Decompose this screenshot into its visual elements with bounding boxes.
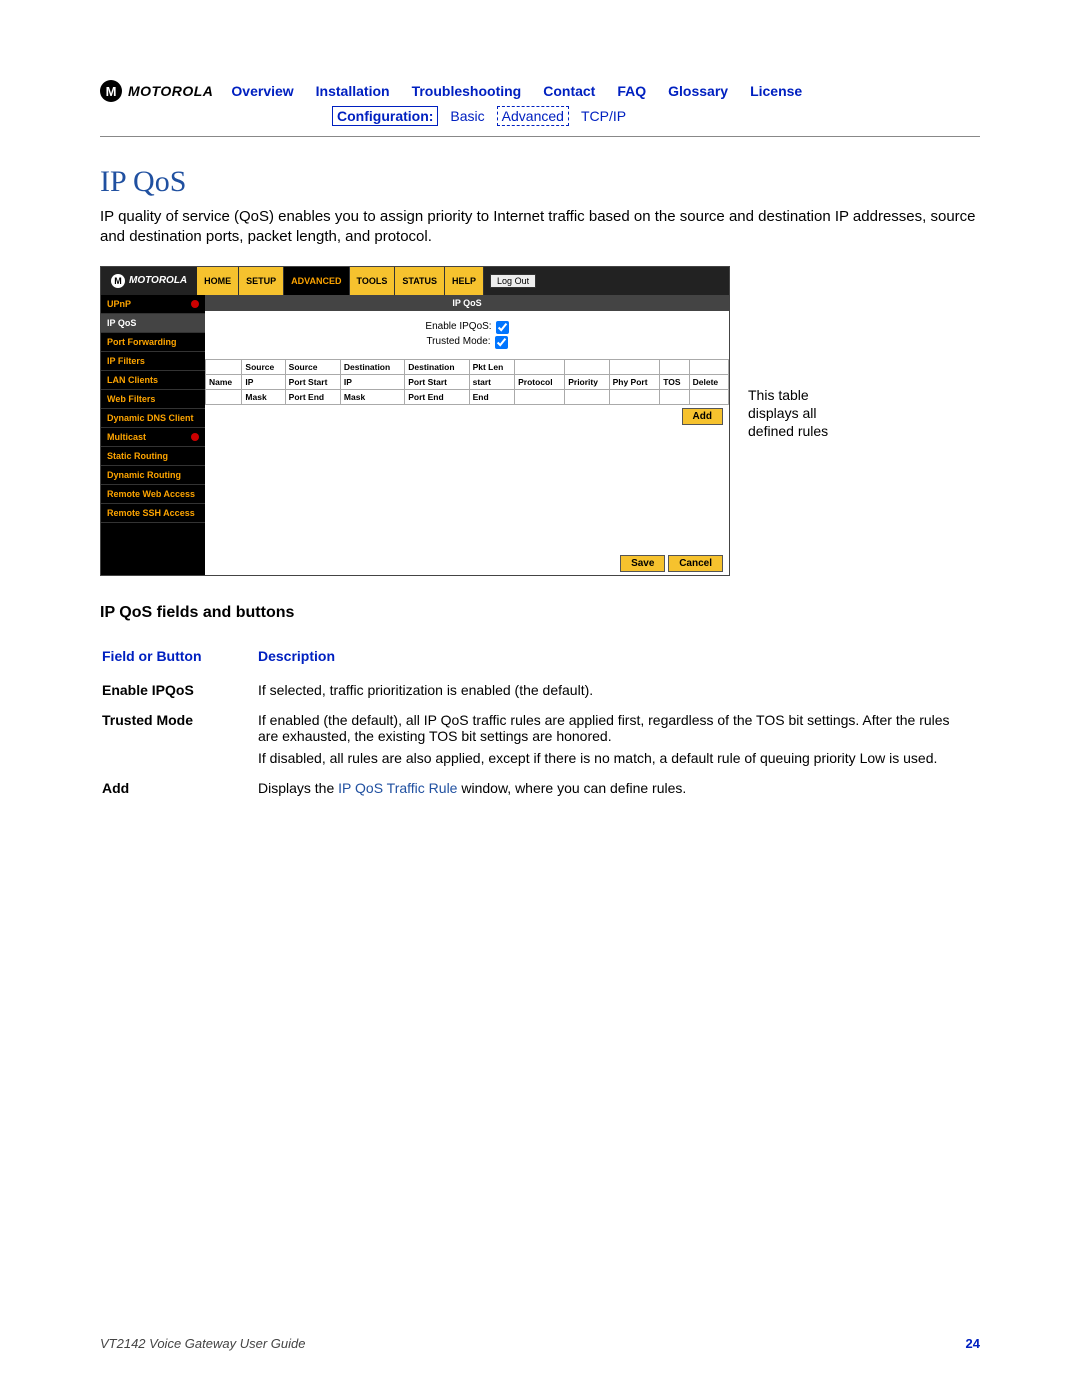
row-add-name: Add [102,774,256,802]
router-tabbar: HOME SETUP ADVANCED TOOLS STATUS HELP Lo… [197,267,536,295]
sidebar-item-ip-filters[interactable]: IP Filters [101,352,205,371]
footer-title: VT2142 Voice Gateway User Guide [100,1336,305,1351]
enable-ipqos-checkbox[interactable] [496,321,509,334]
sidebar-item-lan-clients[interactable]: LAN Clients [101,371,205,390]
col-field: Field or Button [102,642,256,674]
nav-license[interactable]: License [750,83,802,99]
logout-button[interactable]: Log Out [490,274,536,288]
tab-home[interactable]: HOME [197,267,239,295]
doc-top-nav: Overview Installation Troubleshooting Co… [231,83,802,99]
sidebar-item-remote-web-access[interactable]: Remote Web Access [101,485,205,504]
rules-table: SourceSourceDestinationDestinationPkt Le… [205,359,729,405]
nav-contact[interactable]: Contact [543,83,595,99]
router-sidebar: UPnPIP QoSPort ForwardingIP FiltersLAN C… [101,295,205,575]
enable-ipqos-label: Enable IPQoS: [425,321,491,334]
sidebar-item-ip-qos[interactable]: IP QoS [101,314,205,333]
sidebar-item-web-filters[interactable]: Web Filters [101,390,205,409]
row-enable-name: Enable IPQoS [102,676,256,704]
nav-faq[interactable]: FAQ [617,83,646,99]
save-button[interactable]: Save [620,555,665,572]
nav-overview[interactable]: Overview [231,83,293,99]
add-button[interactable]: Add [682,408,723,425]
tab-setup[interactable]: SETUP [239,267,284,295]
fields-heading: IP QoS fields and buttons [100,604,980,622]
tab-status[interactable]: STATUS [395,267,445,295]
sidebar-item-static-routing[interactable]: Static Routing [101,447,205,466]
ipqos-rule-link[interactable]: IP QoS Traffic Rule [338,780,457,796]
callout-note: This table displays all defined rules [748,266,858,441]
subnav-tcpip[interactable]: TCP/IP [581,108,626,124]
sidebar-item-upnp[interactable]: UPnP [101,295,205,314]
router-screenshot: M MOTOROLA HOME SETUP ADVANCED TOOLS STA… [100,266,730,576]
nav-troubleshooting[interactable]: Troubleshooting [412,83,522,99]
col-desc: Description [258,642,978,674]
sidebar-item-dynamic-routing[interactable]: Dynamic Routing [101,466,205,485]
sidebar-item-multicast[interactable]: Multicast [101,428,205,447]
trusted-mode-checkbox[interactable] [495,336,508,349]
tab-tools[interactable]: TOOLS [350,267,396,295]
panel-title: IP QoS [205,295,729,311]
trusted-mode-label: Trusted Mode: [426,336,490,349]
page-title: IP QoS [100,165,980,199]
cancel-button[interactable]: Cancel [668,555,723,572]
nav-installation[interactable]: Installation [316,83,390,99]
subnav-advanced[interactable]: Advanced [497,106,569,126]
router-logo: M MOTOROLA [101,274,197,288]
intro-text: IP quality of service (QoS) enables you … [100,207,980,248]
brand-text: MOTOROLA [128,83,213,99]
nav-glossary[interactable]: Glossary [668,83,728,99]
row-trusted-desc: If enabled (the default), all IP QoS tra… [258,706,978,772]
status-dot-icon [191,433,199,441]
motorola-icon: M [111,274,125,288]
sidebar-item-port-forwarding[interactable]: Port Forwarding [101,333,205,352]
tab-advanced[interactable]: ADVANCED [284,267,349,295]
header-divider [100,136,980,137]
sidebar-item-dynamic-dns-client[interactable]: Dynamic DNS Client [101,409,205,428]
subnav-basic[interactable]: Basic [450,108,484,124]
page-footer: VT2142 Voice Gateway User Guide 24 [100,1336,980,1351]
brand-logo: M MOTOROLA [100,80,213,102]
row-trusted-name: Trusted Mode [102,706,256,772]
doc-sub-nav: Configuration: Basic Advanced TCP/IP [332,106,980,126]
tab-help[interactable]: HELP [445,267,484,295]
subnav-configuration[interactable]: Configuration: [332,106,438,126]
motorola-icon: M [100,80,122,102]
status-dot-icon [191,300,199,308]
row-add-desc: Displays the IP QoS Traffic Rule window,… [258,774,978,802]
sidebar-item-remote-ssh-access[interactable]: Remote SSH Access [101,504,205,523]
footer-page: 24 [966,1336,980,1351]
fields-table: Field or Button Description Enable IPQoS… [100,640,980,804]
row-enable-desc: If selected, traffic prioritization is e… [258,676,978,704]
